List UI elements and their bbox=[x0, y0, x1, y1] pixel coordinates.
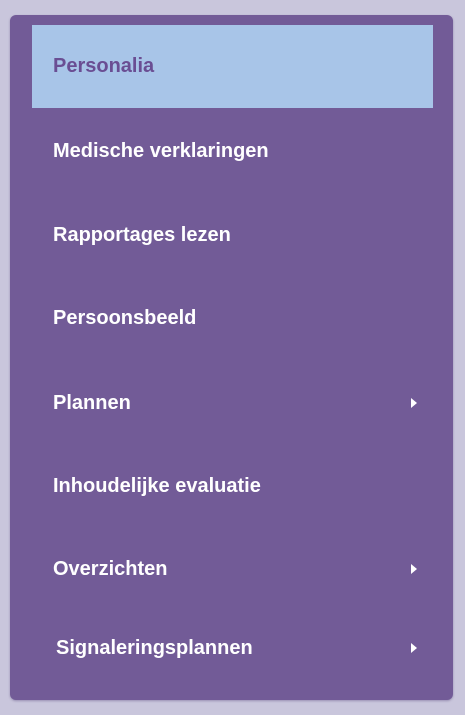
menu-item-personalia[interactable]: Personalia bbox=[32, 25, 433, 108]
side-menu: Personalia Medische verklaringen Rapport… bbox=[10, 15, 453, 700]
submenu-arrow-icon bbox=[411, 563, 417, 574]
submenu-arrow-icon bbox=[411, 397, 417, 408]
menu-item-label: Signaleringsplannen bbox=[56, 637, 253, 659]
menu-item-overzichten[interactable]: Overzichten bbox=[32, 528, 433, 611]
menu-item-signaleringsplannen[interactable]: Signaleringsplannen bbox=[32, 607, 433, 690]
menu-item-persoonsbeeld[interactable]: Persoonsbeeld bbox=[32, 277, 433, 360]
menu-item-plannen[interactable]: Plannen bbox=[32, 362, 433, 445]
menu-item-label: Plannen bbox=[53, 392, 131, 414]
menu-item-rapportages-lezen[interactable]: Rapportages lezen bbox=[32, 194, 433, 277]
menu-item-medische-verklaringen[interactable]: Medische verklaringen bbox=[32, 110, 433, 193]
submenu-arrow-icon bbox=[411, 642, 417, 653]
menu-item-label: Overzichten bbox=[53, 558, 168, 580]
menu-item-label: Inhoudelijke evaluatie bbox=[53, 475, 261, 497]
menu-item-label: Rapportages lezen bbox=[53, 224, 231, 246]
menu-item-label: Persoonsbeeld bbox=[53, 307, 197, 329]
menu-item-label: Medische verklaringen bbox=[53, 140, 269, 162]
menu-item-label: Personalia bbox=[53, 55, 155, 77]
menu-item-inhoudelijke-evaluatie[interactable]: Inhoudelijke evaluatie bbox=[32, 445, 433, 528]
